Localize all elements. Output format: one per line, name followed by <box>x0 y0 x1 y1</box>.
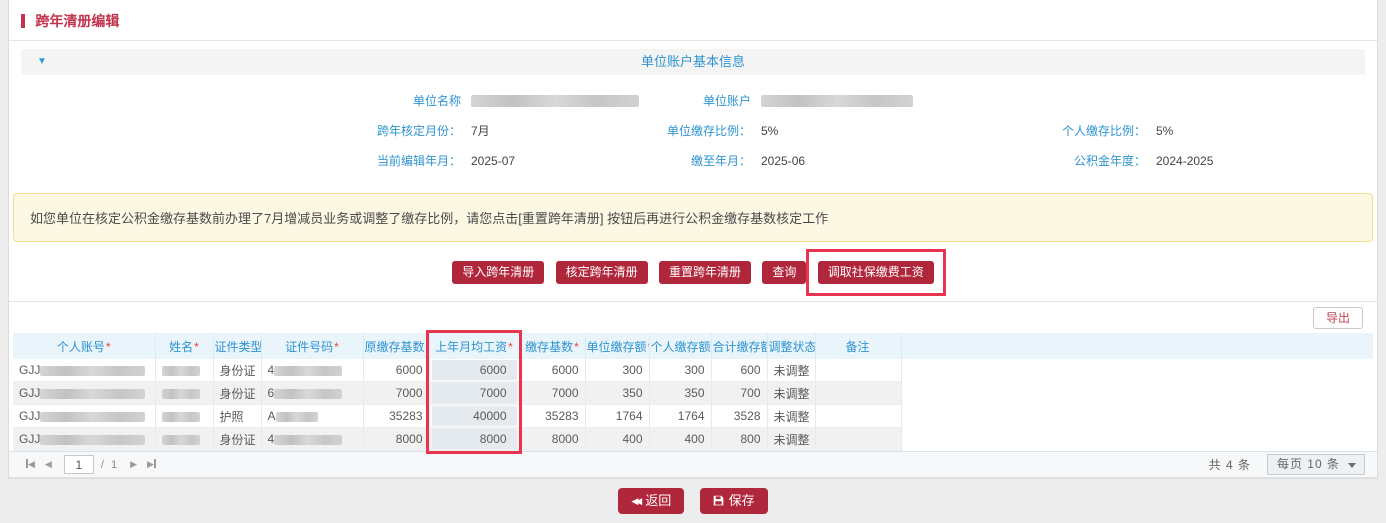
masked-name <box>162 389 200 399</box>
paid-to-month-label: 缴至年月： <box>621 152 751 169</box>
page-size-select[interactable]: 每页 10 条 <box>1267 454 1365 475</box>
unit-name-label: 单位名称 <box>21 92 461 109</box>
unit-info-panel-header: ▼ 单位账户基本信息 <box>21 49 1365 75</box>
main-card: 跨年清册编辑 ▼ 单位账户基本信息 单位名称 单位账户 跨年核定月份： <box>8 0 1378 479</box>
table-row: GJJ 护照 A 35283 40000 35283 1764 1764 352… <box>13 405 1373 428</box>
verify-month-value: 7月 <box>471 122 490 139</box>
first-page-icon[interactable]: ◀ <box>26 459 35 470</box>
avg-salary-input[interactable]: 7000 <box>432 383 517 403</box>
current-edit-month-value: 2025-07 <box>471 154 515 168</box>
cross-year-table: 个人账号* 姓名* 证件类型* 证件号码* 原缴存基数* 上年月均工资* 缴存基… <box>13 333 1373 451</box>
masked-id <box>274 366 342 376</box>
table-wrap: 个人账号* 姓名* 证件类型* 证件号码* 原缴存基数* 上年月均工资* 缴存基… <box>13 333 1373 451</box>
fetch-social-annotation-wrap: 调取社保缴费工资 <box>814 261 938 284</box>
masked-account <box>40 412 145 422</box>
unit-account-value <box>761 94 913 108</box>
col-account: 个人账号* <box>13 333 155 359</box>
col-adjust-status: 调整状态* <box>767 333 815 359</box>
personal-ratio-value: 5% <box>1156 124 1173 138</box>
masked-id <box>276 412 318 422</box>
last-page-icon[interactable]: ▶ <box>147 459 156 470</box>
avg-salary-input[interactable]: 6000 <box>432 360 517 380</box>
col-unit-amount: 单位缴存额* <box>585 333 649 359</box>
col-filler <box>901 333 1373 359</box>
col-cert-number: 证件号码* <box>261 333 363 359</box>
save-button[interactable]: 保存 <box>700 488 768 514</box>
masked-account <box>40 366 145 376</box>
personal-ratio-label: 个人缴存比例： <box>1006 122 1146 139</box>
save-icon <box>713 495 724 506</box>
page-title-row: 跨年清册编辑 <box>9 0 1377 41</box>
masked-unit-account <box>761 95 913 107</box>
table-row: GJJ 身份证 4 8000 8000 8000 400 400 800 未调整 <box>13 428 1373 451</box>
footer-bar: ◀◀返回 保存 <box>0 479 1386 523</box>
next-page-icon[interactable]: ▶ <box>130 459 137 470</box>
table-header-row: 个人账号* 姓名* 证件类型* 证件号码* 原缴存基数* 上年月均工资* 缴存基… <box>13 333 1373 359</box>
col-name: 姓名* <box>155 333 213 359</box>
unit-info-panel: ▼ 单位账户基本信息 单位名称 单位账户 跨年核定月份： 7月 <box>21 49 1365 183</box>
masked-account <box>40 435 145 445</box>
col-base: 缴存基数* <box>519 333 585 359</box>
table-row: GJJ 身份证 4 6000 6000 6000 300 300 600 未调整 <box>13 359 1373 382</box>
verify-list-button[interactable]: 核定跨年清册 <box>556 261 648 284</box>
back-button[interactable]: ◀◀返回 <box>618 488 684 514</box>
action-button-row: 导入跨年清册 核定跨年清册 重置跨年清册 查询 调取社保缴费工资 <box>9 242 1377 302</box>
unit-ratio-value: 5% <box>761 124 778 138</box>
pagination-bar: ◀ ◀ 1 / 1 ▶ ▶ 共 4 条 每页 10 条 <box>9 451 1377 478</box>
export-button[interactable]: 导出 <box>1313 307 1363 329</box>
col-total-amount: 合计缴存额* <box>711 333 767 359</box>
table-row: GJJ 身份证 6 7000 7000 7000 350 350 700 未调整 <box>13 382 1373 405</box>
masked-name <box>162 412 200 422</box>
page-title: 跨年清册编辑 <box>35 13 119 29</box>
record-count-label: 共 4 条 <box>1209 456 1251 473</box>
title-accent-bar <box>21 14 25 28</box>
masked-name <box>162 435 200 445</box>
grid-toolbar: 导出 <box>9 302 1377 333</box>
masked-id <box>274 389 342 399</box>
query-button[interactable]: 查询 <box>762 261 806 284</box>
fetch-social-salary-button[interactable]: 调取社保缴费工资 <box>818 261 934 284</box>
unit-name-value <box>471 94 639 108</box>
masked-account <box>40 389 145 399</box>
col-cert-type: 证件类型* <box>213 333 261 359</box>
avg-salary-input[interactable]: 40000 <box>432 406 517 426</box>
verify-month-label: 跨年核定月份： <box>21 122 461 139</box>
chevron-down-icon <box>1348 463 1356 468</box>
fund-year-value: 2024-2025 <box>1156 154 1213 168</box>
prev-page-icon[interactable]: ◀ <box>45 459 52 470</box>
import-list-button[interactable]: 导入跨年清册 <box>452 261 544 284</box>
collapse-triangle-icon[interactable]: ▼ <box>37 49 47 75</box>
page-total-label: / 1 <box>101 459 119 471</box>
col-avg-salary: 上年月均工资* <box>429 333 519 359</box>
unit-info-panel-body: 单位名称 单位账户 跨年核定月份： 7月 单位缴存比例： 5% <box>21 75 1365 183</box>
reset-list-button[interactable]: 重置跨年清册 <box>659 261 751 284</box>
col-personal-amount: 个人缴存额* <box>649 333 711 359</box>
unit-info-panel-title: 单位账户基本信息 <box>641 54 745 69</box>
unit-ratio-label: 单位缴存比例： <box>621 122 751 139</box>
fund-year-label: 公积金年度： <box>1006 152 1146 169</box>
masked-unit-name <box>471 95 639 107</box>
paid-to-month-value: 2025-06 <box>761 154 805 168</box>
back-icon: ◀◀ <box>631 496 639 506</box>
page-number-input[interactable]: 1 <box>64 455 94 474</box>
notice-banner: 如您单位在核定公积金缴存基数前办理了7月增减员业务或调整了缴存比例，请您点击[重… <box>13 193 1373 242</box>
masked-name <box>162 366 200 376</box>
unit-account-label: 单位账户 <box>621 92 751 109</box>
avg-salary-input[interactable]: 8000 <box>432 429 517 449</box>
current-edit-month-label: 当前编辑年月： <box>21 152 461 169</box>
col-remark: 备注 <box>815 333 901 359</box>
col-prev-base: 原缴存基数* <box>363 333 429 359</box>
masked-id <box>274 435 342 445</box>
